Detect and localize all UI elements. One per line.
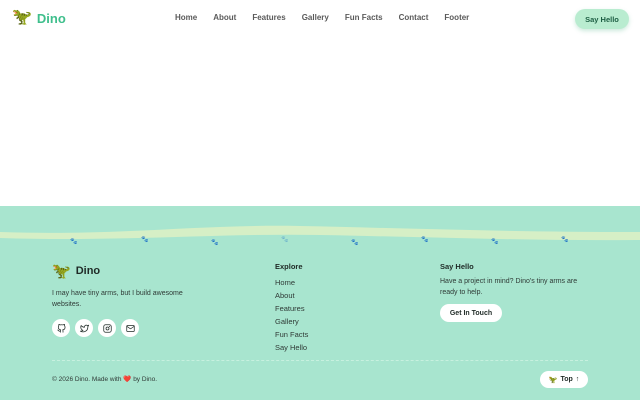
footer-say-hello-column: Say Hello Have a project in mind? Dino's… <box>440 262 580 322</box>
instagram-icon <box>102 323 112 333</box>
footer-divider <box>52 360 588 361</box>
footer-link-say-hello[interactable]: Say Hello <box>275 341 308 354</box>
say-hello-button[interactable]: Say Hello <box>575 9 629 29</box>
nav-link-contact[interactable]: Contact <box>399 13 429 22</box>
footer-brand-name: Dino <box>75 265 101 277</box>
copyright: © 2026 Dino. Made with ❤️ by Dino. <box>52 375 157 383</box>
paw-print-icon: 🐾 <box>141 237 149 243</box>
say-hello-text: Have a project in mind? Dino's tiny arms… <box>440 278 578 296</box>
nav-link-fun-facts[interactable]: Fun Facts <box>345 13 383 22</box>
site-footer: 🐾 🐾 🐾 🐾 🐾 🐾 🐾 🐾 🦖 Dino I may have tiny a… <box>0 206 640 400</box>
back-to-top-button[interactable]: 🦖 Top ↑ <box>540 371 588 388</box>
paw-print-icon: 🐾 <box>70 239 78 245</box>
footer-explore-column: Explore Home About Features Gallery Fun … <box>275 262 308 354</box>
heart-icon: ❤️ <box>123 376 132 383</box>
footer-wave <box>0 225 640 246</box>
explore-title: Explore <box>275 262 303 271</box>
nav-link-gallery[interactable]: Gallery <box>302 13 329 22</box>
github-link[interactable] <box>52 319 70 337</box>
get-in-touch-button[interactable]: Get In Touch <box>440 304 502 322</box>
github-icon <box>56 323 65 333</box>
main-nav: Home About Features Gallery Fun Facts Co… <box>175 13 485 22</box>
mail-icon <box>125 324 135 332</box>
footer-link-home[interactable]: Home <box>275 276 308 289</box>
nav-link-home[interactable]: Home <box>175 13 197 22</box>
paw-print-icon: 🐾 <box>561 237 569 243</box>
say-hello-title: Say Hello <box>440 262 474 271</box>
explore-links: Home About Features Gallery Fun Facts Sa… <box>275 276 308 354</box>
footer-link-features[interactable]: Features <box>275 302 308 315</box>
footer-link-about[interactable]: About <box>275 289 308 302</box>
copyright-suffix: by Dino. <box>133 376 158 383</box>
arrow-up-icon: ↑ <box>575 376 580 383</box>
footer-link-fun-facts[interactable]: Fun Facts <box>275 328 308 341</box>
instagram-link[interactable] <box>98 319 116 337</box>
dino-logo-icon: 🦖 <box>12 9 32 26</box>
nav-link-footer[interactable]: Footer <box>444 13 469 22</box>
twitter-link[interactable] <box>75 319 93 337</box>
brand[interactable]: 🦖 Dino <box>12 9 66 27</box>
paw-print-icon: 🐾 <box>281 237 289 243</box>
paw-print-icon: 🐾 <box>351 240 359 246</box>
paw-print-icon: 🐾 <box>211 240 219 246</box>
paw-print-icon: 🐾 <box>421 237 429 243</box>
copyright-prefix: © 2026 Dino. Made with <box>52 376 122 383</box>
twitter-icon <box>79 324 89 332</box>
nav-link-features[interactable]: Features <box>252 13 285 22</box>
mail-link[interactable] <box>121 319 139 337</box>
dino-logo-icon: 🦖 <box>548 376 558 384</box>
back-to-top-label: Top <box>560 376 573 383</box>
footer-tagline: I may have tiny arms, but I build awesom… <box>52 290 183 308</box>
site-header: 🦖 Dino Home About Features Gallery Fun F… <box>0 0 640 38</box>
footer-brand-column: 🦖 Dino I may have tiny arms, but I build… <box>52 262 202 337</box>
footer-link-gallery[interactable]: Gallery <box>275 315 308 328</box>
social-links <box>52 319 202 337</box>
dino-logo-icon: 🦖 <box>52 263 71 280</box>
brand-name: Dino <box>36 10 66 26</box>
nav-link-about[interactable]: About <box>213 13 236 22</box>
footer-brand[interactable]: 🦖 Dino <box>52 262 202 280</box>
paw-print-icon: 🐾 <box>491 239 499 245</box>
